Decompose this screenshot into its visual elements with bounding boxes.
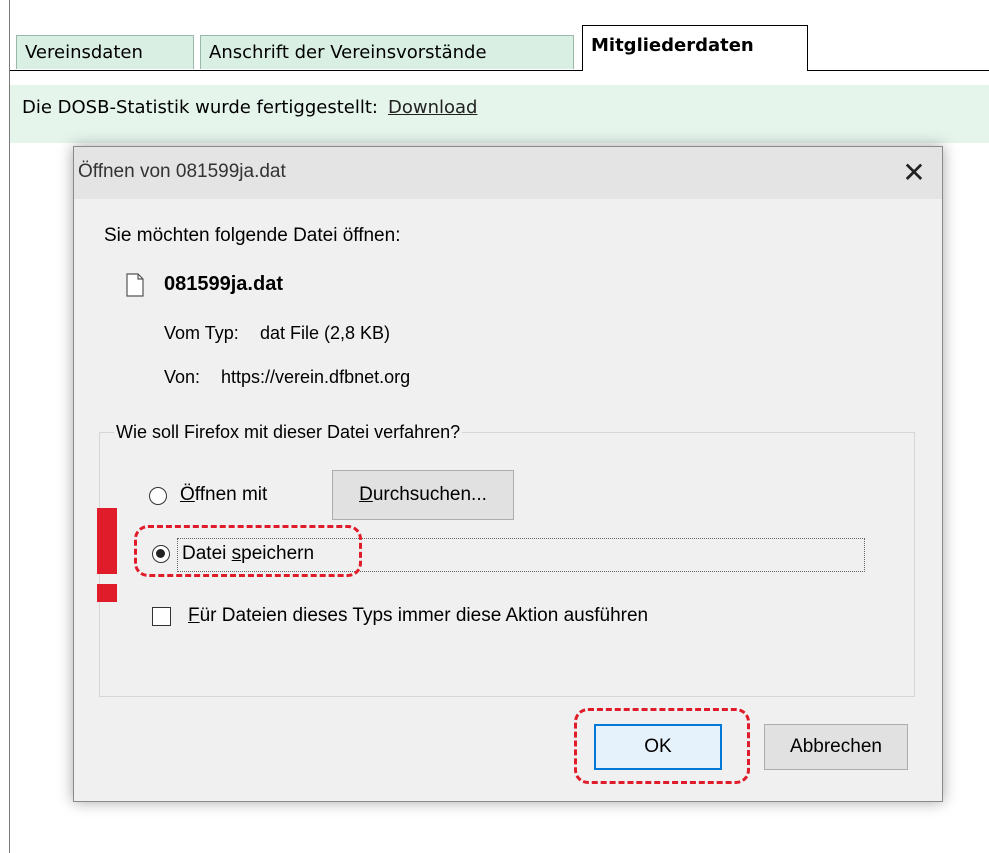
tab-vereinsdaten[interactable]: Vereinsdaten <box>16 35 194 69</box>
dialog-titlebar[interactable]: Öffnen von 081599ja.dat ✕ <box>74 147 942 199</box>
info-text: Die DOSB-Statistik wurde fertiggestellt: <box>22 97 378 118</box>
cancel-button[interactable]: Abbrechen <box>764 724 908 770</box>
action-group-label: Wie soll Firefox mit dieser Datei verfah… <box>114 422 463 443</box>
file-icon <box>126 273 144 297</box>
type-label: Vom Typ: <box>164 323 239 343</box>
download-link[interactable]: Download <box>388 97 477 118</box>
file-open-dialog: Öffnen von 081599ja.dat ✕ Sie möchten fo… <box>73 146 943 802</box>
open-with-radio[interactable] <box>149 487 167 505</box>
tab-mitgliederdaten[interactable]: Mitgliederdaten <box>582 25 808 71</box>
file-name: 081599ja.dat <box>164 273 283 295</box>
close-button[interactable]: ✕ <box>894 153 934 193</box>
open-with-label[interactable]: Öffnen mit <box>180 484 267 506</box>
info-bar: Die DOSB-Statistik wurde fertiggestellt:… <box>10 85 989 143</box>
from-value: https://verein.dfbnet.org <box>221 367 411 387</box>
dialog-prompt: Sie möchten folgende Datei öffnen: <box>104 225 401 246</box>
tab-anschrift[interactable]: Anschrift der Vereinsvorstände <box>200 35 574 69</box>
annotation-highlight-ok <box>574 708 750 784</box>
exclamation-icon <box>97 508 117 602</box>
from-label: Von: <box>164 367 201 387</box>
tab-bar-divider <box>808 70 989 71</box>
browse-button[interactable]: Durchsuchen... <box>332 470 514 520</box>
always-do-this-checkbox[interactable] <box>152 607 171 626</box>
type-value: dat File (2,8 KB) <box>260 323 391 343</box>
tab-bar-divider <box>10 70 582 71</box>
info-message: Die DOSB-Statistik wurde fertiggestellt:… <box>22 97 477 118</box>
tab-bar: Vereinsdaten Anschrift der Vereinsvorstä… <box>10 0 989 71</box>
dialog-title: Öffnen von 081599ja.dat <box>78 161 286 182</box>
annotation-highlight-save <box>134 525 362 577</box>
always-do-this-label[interactable]: Für Dateien dieses Typs immer diese Akti… <box>188 605 648 627</box>
